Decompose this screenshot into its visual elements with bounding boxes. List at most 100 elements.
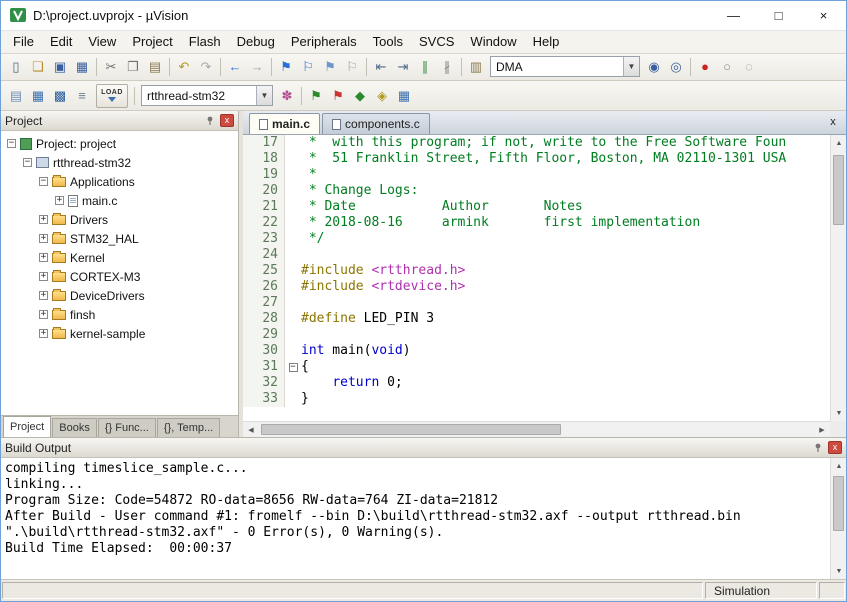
build-output-close-icon[interactable]: x [828, 441, 842, 454]
panel-tab--temp-[interactable]: {}, Temp... [157, 418, 220, 437]
uncomment-icon[interactable]: ∦ [436, 56, 458, 77]
menu-tools[interactable]: Tools [365, 31, 411, 52]
target-options-icon[interactable]: ✽ [276, 85, 298, 106]
code-line[interactable]: 26#include <rtdevice.h> [243, 279, 830, 295]
menu-file[interactable]: File [5, 31, 42, 52]
scroll-up-icon[interactable]: ▲ [831, 458, 847, 474]
code-line[interactable]: 25#include <rtthread.h> [243, 263, 830, 279]
code-line[interactable]: 27 [243, 295, 830, 311]
expander-plus-icon[interactable]: + [39, 234, 48, 243]
menu-svcs[interactable]: SVCS [411, 31, 462, 52]
expander-minus-icon[interactable]: − [23, 158, 32, 167]
editor-tab-components-c[interactable]: components.c [322, 113, 430, 134]
build-vertical-scrollbar[interactable]: ▲ ▼ [830, 458, 846, 579]
build-icon[interactable]: ▦ [27, 85, 49, 106]
expander-minus-icon[interactable]: − [39, 177, 48, 186]
scroll-left-icon[interactable]: ◀ [243, 422, 259, 438]
build-output-text[interactable]: compiling timeslice_sample.c... linking.… [1, 458, 830, 579]
new-file-icon[interactable]: ▯ [5, 56, 27, 77]
save-all-icon[interactable]: ▦ [71, 56, 93, 77]
tree-item-rtthread-stm32[interactable]: −rtthread-stm32 [1, 153, 238, 172]
menu-help[interactable]: Help [525, 31, 568, 52]
code-line[interactable]: 17 * with this program; if not, write to… [243, 135, 830, 151]
navigate-back-icon[interactable]: ← [224, 56, 246, 77]
load-button[interactable]: LOAD [96, 84, 128, 108]
menu-edit[interactable]: Edit [42, 31, 80, 52]
redo-icon[interactable]: ↷ [195, 56, 217, 77]
debug-session-icon[interactable]: ● [694, 56, 716, 77]
panel-tab-books[interactable]: Books [52, 418, 97, 437]
disable-breakpoints-icon[interactable]: ◌ [738, 56, 760, 77]
expander-minus-icon[interactable]: − [7, 139, 16, 148]
tree-item-project-project[interactable]: −Project: project [1, 134, 238, 153]
rebuild-icon[interactable]: ▩ [49, 85, 71, 106]
tree-item-drivers[interactable]: +Drivers [1, 210, 238, 229]
close-button[interactable]: × [801, 1, 846, 30]
tree-item-kernel[interactable]: +Kernel [1, 248, 238, 267]
open-file-icon[interactable]: ❏ [27, 56, 49, 77]
close-editor-tab-icon[interactable]: x [826, 116, 840, 128]
menu-peripherals[interactable]: Peripherals [283, 31, 365, 52]
find-in-files-icon[interactable]: ▥ [465, 56, 487, 77]
scroll-down-icon[interactable]: ▼ [831, 563, 847, 579]
menu-flash[interactable]: Flash [181, 31, 229, 52]
scroll-down-icon[interactable]: ▼ [831, 405, 847, 421]
diamond-green-icon[interactable]: ◆ [349, 85, 371, 106]
code-line[interactable]: 22 * 2018-08-16 armink first implementat… [243, 215, 830, 231]
code-line[interactable]: 31−{ [243, 359, 830, 375]
flag-red-icon[interactable]: ⚑ [327, 85, 349, 106]
editor-tab-main-c[interactable]: main.c [249, 113, 320, 134]
tree-item-kernel-sample[interactable]: +kernel-sample [1, 324, 238, 343]
code-line[interactable]: 21 * Date Author Notes [243, 199, 830, 215]
target-select[interactable]: rtthread-stm32▼ [141, 85, 273, 106]
chevron-down-icon[interactable]: ▼ [623, 57, 639, 76]
pin-icon[interactable] [203, 114, 217, 128]
expander-plus-icon[interactable]: + [39, 253, 48, 262]
code-line[interactable]: 19 * [243, 167, 830, 183]
cut-icon[interactable]: ✂ [100, 56, 122, 77]
indent-icon[interactable]: ⇥ [392, 56, 414, 77]
scroll-right-icon[interactable]: ▶ [814, 422, 830, 438]
code-line[interactable]: 20 * Change Logs: [243, 183, 830, 199]
code-line[interactable]: 23 */ [243, 231, 830, 247]
menu-view[interactable]: View [80, 31, 124, 52]
expander-plus-icon[interactable]: + [39, 291, 48, 300]
editor-hscroll-thumb[interactable] [261, 424, 561, 435]
editor-hscroll-track[interactable] [259, 422, 814, 437]
fold-minus-icon[interactable]: − [289, 363, 298, 372]
outdent-icon[interactable]: ⇤ [370, 56, 392, 77]
maximize-button[interactable]: □ [756, 1, 801, 30]
undo-icon[interactable]: ↶ [173, 56, 195, 77]
tree-item-cortex-m3[interactable]: +CORTEX-M3 [1, 267, 238, 286]
toggle-bookmark-icon[interactable]: ⚑ [275, 56, 297, 77]
code-line[interactable]: 24 [243, 247, 830, 263]
save-icon[interactable]: ▣ [49, 56, 71, 77]
expander-plus-icon[interactable]: + [39, 272, 48, 281]
minimize-button[interactable]: — [711, 1, 756, 30]
menu-debug[interactable]: Debug [229, 31, 283, 52]
code-line[interactable]: 32 return 0; [243, 375, 830, 391]
paste-icon[interactable]: ▤ [144, 56, 166, 77]
navigate-forward-icon[interactable]: → [246, 56, 268, 77]
tree-item-applications[interactable]: −Applications [1, 172, 238, 191]
expander-plus-icon[interactable]: + [39, 310, 48, 319]
chevron-down-icon[interactable]: ▼ [256, 86, 272, 105]
fold-column[interactable]: − [285, 359, 301, 375]
tree-item-devicedrivers[interactable]: +DeviceDrivers [1, 286, 238, 305]
build-vscroll-track[interactable] [831, 474, 846, 563]
tree-item-main-c[interactable]: +main.c [1, 191, 238, 210]
find-icon[interactable]: ◉ [643, 56, 665, 77]
breakpoint-icon[interactable]: ○ [716, 56, 738, 77]
editor-vertical-scrollbar[interactable]: ▲ ▼ [830, 135, 846, 421]
code-line[interactable]: 30int main(void) [243, 343, 830, 359]
code-line[interactable]: 28#define LED_PIN 3 [243, 311, 830, 327]
diamond-yellow-icon[interactable]: ◈ [371, 85, 393, 106]
expander-plus-icon[interactable]: + [39, 215, 48, 224]
editor-vscroll-track[interactable] [831, 151, 846, 405]
code-lines[interactable]: 17 * with this program; if not, write to… [243, 135, 830, 421]
batch-build-icon[interactable]: ≡ [71, 85, 93, 106]
panel-tab-project[interactable]: Project [3, 416, 51, 437]
prev-bookmark-icon[interactable]: ⚐ [297, 56, 319, 77]
tree-item-stm32-hal[interactable]: +STM32_HAL [1, 229, 238, 248]
translate-icon[interactable]: ▤ [5, 85, 27, 106]
